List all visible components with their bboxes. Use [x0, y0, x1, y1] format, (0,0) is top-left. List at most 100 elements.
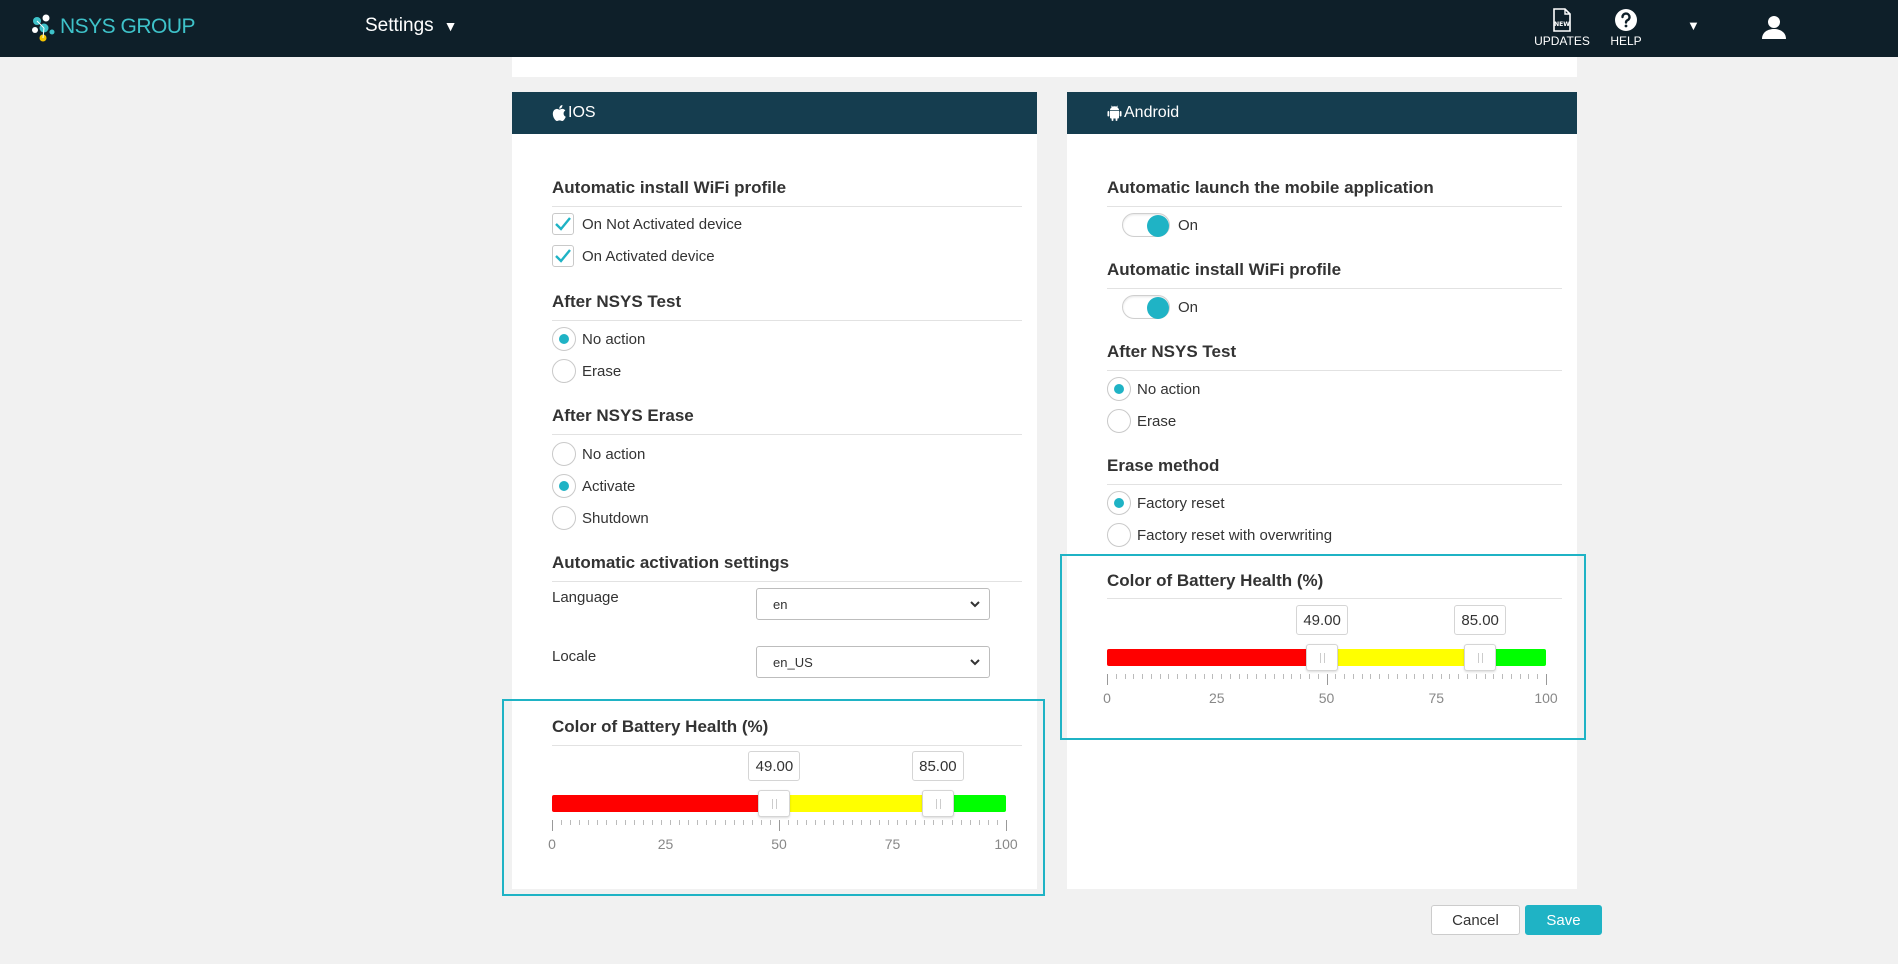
radio-button[interactable] [552, 359, 576, 383]
scale-tick [1256, 674, 1258, 679]
scale-tick [724, 820, 726, 825]
scale-tick [742, 820, 744, 825]
option-label: Erase [1137, 412, 1177, 430]
scale-tick [552, 820, 553, 831]
scale-tick [797, 820, 799, 825]
checkmark-icon [555, 249, 571, 263]
radio-button[interactable] [552, 442, 576, 466]
scale-tick [715, 820, 717, 825]
checkbox[interactable] [552, 245, 574, 267]
radio-button[interactable] [1107, 409, 1131, 433]
scale-label: 50 [1318, 690, 1335, 706]
scale-label: 75 [1428, 690, 1445, 706]
scale-tick [1493, 674, 1495, 679]
scale-tick [1212, 674, 1214, 679]
battery-low-handle[interactable] [758, 790, 791, 817]
account-dropdown-toggle[interactable]: ▼ [1687, 18, 1700, 33]
scale-tick [570, 820, 572, 825]
android-battery-slider[interactable]: 49.00 85.00 [1107, 605, 1546, 671]
checkbox[interactable] [552, 213, 574, 235]
scale-tick [996, 820, 998, 825]
scale-tick [697, 820, 699, 825]
logo[interactable]: NSYS GROUP [28, 12, 196, 42]
scale-tick [1291, 674, 1293, 679]
scale-label: 50 [771, 836, 787, 852]
radio-button[interactable] [552, 506, 576, 530]
scale-tick [1168, 674, 1170, 679]
android-erase-method-title: Erase method [1107, 456, 1220, 475]
divider [552, 320, 1022, 321]
locale-select[interactable]: en_US [756, 646, 990, 678]
option-label: Factory reset [1137, 494, 1225, 512]
ios-after-test-no-action-radio[interactable]: No action [552, 327, 645, 351]
divider [1107, 370, 1562, 371]
help-circle-icon [1615, 9, 1637, 31]
scale-tick [660, 820, 662, 825]
scale-tick [1282, 674, 1284, 679]
scale-tick [1133, 674, 1135, 679]
divider [1107, 206, 1562, 207]
radio-button[interactable] [552, 327, 576, 351]
ios-panel-header: IOS [512, 92, 1037, 134]
scale-tick [1546, 674, 1547, 685]
language-select[interactable]: en [756, 588, 990, 620]
scale-tick [842, 820, 844, 825]
scale-tick [651, 820, 653, 825]
option-label: No action [582, 445, 646, 463]
scale-tick [1150, 674, 1152, 679]
option-label: On Activated device [582, 247, 715, 265]
android-after-test-no-action-radio[interactable]: No action [1107, 377, 1200, 401]
scale-tick [1379, 674, 1381, 679]
scale-label: 100 [1534, 690, 1558, 706]
ios-after-erase-no-action-radio[interactable]: No action [552, 442, 645, 466]
scale-label: 100 [994, 836, 1018, 852]
divider [552, 581, 1022, 582]
ios-after-erase-shutdown-radio[interactable]: Shutdown [552, 506, 649, 530]
scale-tick [1387, 674, 1389, 679]
android-factory-reset-overwrite-radio[interactable]: Factory reset with overwriting [1107, 523, 1332, 547]
ios-wifi-not-activated-checkbox[interactable]: On Not Activated device [552, 213, 742, 235]
settings-menu[interactable]: Settings ▼ [365, 15, 458, 37]
save-button[interactable]: Save [1525, 905, 1602, 935]
scale-tick [897, 820, 899, 825]
help-button[interactable]: HELP [1606, 8, 1646, 48]
scale-tick [933, 820, 935, 825]
ios-after-erase-activate-radio[interactable]: Activate [552, 474, 635, 498]
option-label: Erase [582, 362, 622, 380]
scale-tick [579, 820, 581, 825]
battery-low-handle[interactable] [1306, 644, 1339, 671]
language-label: Language [552, 589, 619, 606]
divider [1107, 484, 1562, 485]
android-factory-reset-radio[interactable]: Factory reset [1107, 491, 1225, 515]
battery-high-handle[interactable] [921, 790, 954, 817]
ios-wifi-activated-checkbox[interactable]: On Activated device [552, 245, 715, 267]
scale-tick [1510, 674, 1512, 679]
cancel-button[interactable]: Cancel [1431, 905, 1520, 935]
android-wifi-toggle[interactable]: On [1122, 295, 1198, 319]
updates-button[interactable]: NEW UPDATES [1530, 8, 1594, 48]
toggle-switch[interactable] [1122, 213, 1170, 237]
radio-button[interactable] [1107, 491, 1131, 515]
scale-tick [760, 820, 762, 825]
ios-after-test-erase-radio[interactable]: Erase [552, 359, 621, 383]
radio-button[interactable] [1107, 523, 1131, 547]
content-top-strip [512, 57, 1577, 77]
user-button[interactable] [1760, 13, 1788, 46]
option-label: On Not Activated device [582, 215, 743, 233]
android-auto-launch-toggle[interactable]: On [1122, 213, 1198, 237]
scale-tick [588, 820, 590, 825]
radio-button[interactable] [552, 474, 576, 498]
divider [552, 206, 1022, 207]
battery-high-handle[interactable] [1464, 644, 1497, 671]
toggle-switch[interactable] [1122, 295, 1170, 319]
scale-tick [769, 820, 771, 825]
scale-tick [815, 820, 817, 825]
ios-battery-slider[interactable]: 49.00 85.00 [552, 751, 1006, 817]
scale-tick [1537, 674, 1539, 679]
android-after-test-erase-radio[interactable]: Erase [1107, 409, 1176, 433]
toggle-knob [1147, 297, 1169, 319]
scale-tick [1414, 674, 1416, 679]
chevron-down-icon [970, 601, 980, 608]
radio-button[interactable] [1107, 377, 1131, 401]
option-label: No action [1137, 380, 1201, 398]
